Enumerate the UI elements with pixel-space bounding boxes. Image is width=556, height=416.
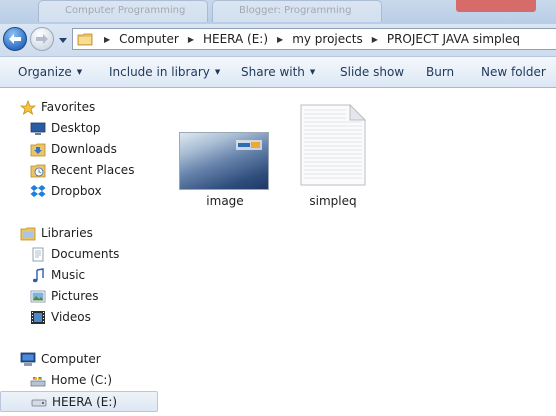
chevron-right-icon[interactable]: ▶ bbox=[365, 35, 385, 44]
arrow-left-icon bbox=[9, 34, 21, 44]
nav-item-pictures[interactable]: Pictures bbox=[0, 286, 158, 307]
chevron-right-icon[interactable]: ▶ bbox=[181, 35, 201, 44]
nav-item-videos[interactable]: Videos bbox=[0, 307, 158, 328]
background-tab: Blogger: Programming bbox=[212, 0, 382, 22]
title-bar: Computer Programming Blogger: Programmin… bbox=[0, 0, 556, 24]
chevron-right-icon[interactable]: ▶ bbox=[270, 35, 290, 44]
navigation-bar: ▶ Computer ▶ HEERA (E:) ▶ my projects ▶ … bbox=[0, 24, 556, 56]
burn-button[interactable]: Burn bbox=[426, 65, 454, 79]
nav-libraries[interactable]: Libraries bbox=[0, 223, 158, 244]
nav-item-desktop[interactable]: Desktop bbox=[0, 118, 158, 139]
star-icon bbox=[20, 100, 36, 115]
logo-icon bbox=[236, 140, 262, 150]
breadcrumb-my-projects[interactable]: my projects bbox=[290, 32, 365, 46]
back-button[interactable] bbox=[3, 27, 27, 51]
file-name: simpleq bbox=[309, 194, 357, 208]
nav-item-dropbox[interactable]: Dropbox bbox=[0, 181, 158, 202]
dropbox-icon bbox=[30, 185, 46, 197]
pictures-icon bbox=[30, 290, 46, 303]
background-tab: Computer Programming bbox=[38, 0, 208, 22]
file-item-image[interactable]: image bbox=[179, 132, 271, 210]
recent-pages-dropdown[interactable] bbox=[58, 36, 68, 46]
drive-c-icon bbox=[30, 377, 46, 387]
breadcrumb-heera-drive[interactable]: HEERA (E:) bbox=[201, 32, 270, 46]
file-list: image simpleq bbox=[160, 88, 556, 416]
libraries-icon bbox=[20, 227, 36, 241]
slide-show-button[interactable]: Slide show bbox=[340, 65, 404, 79]
nav-item-downloads[interactable]: Downloads bbox=[0, 139, 158, 160]
nav-item-home-drive[interactable]: Home (C:) bbox=[0, 370, 158, 391]
file-item-simpleq[interactable]: simpleq bbox=[300, 104, 366, 210]
text-document-icon bbox=[300, 104, 366, 186]
nav-favorites[interactable]: Favorites bbox=[0, 97, 158, 118]
breadcrumb-computer[interactable]: Computer bbox=[117, 32, 181, 46]
image-thumbnail bbox=[179, 132, 269, 190]
breadcrumb-project-java-simpleq[interactable]: PROJECT JAVA simpleq bbox=[385, 32, 522, 46]
desktop-icon bbox=[30, 122, 46, 135]
include-in-library-menu[interactable]: Include in library ▼ bbox=[109, 65, 220, 79]
command-bar: Organize ▼ Include in library ▼ Share with… bbox=[0, 56, 556, 88]
usb-drive-icon bbox=[31, 399, 47, 407]
navigation-pane: Favorites Desktop Downloads Recent Place… bbox=[0, 88, 160, 416]
caret-down-icon: ▼ bbox=[76, 68, 83, 76]
documents-icon bbox=[32, 247, 44, 262]
forward-button[interactable] bbox=[30, 27, 54, 51]
organize-menu[interactable]: Organize ▼ bbox=[18, 65, 82, 79]
nav-computer[interactable]: Computer bbox=[0, 349, 158, 370]
nav-item-documents[interactable]: Documents bbox=[0, 244, 158, 265]
nav-item-music[interactable]: Music bbox=[0, 265, 158, 286]
downloads-folder-icon bbox=[30, 143, 46, 157]
nav-item-heera-drive[interactable]: HEERA (E:) bbox=[0, 391, 158, 412]
folder-icon bbox=[77, 32, 93, 46]
computer-icon bbox=[20, 352, 36, 366]
videos-icon bbox=[31, 311, 45, 324]
chevron-right-icon[interactable]: ▶ bbox=[97, 35, 117, 44]
file-name: image bbox=[206, 194, 244, 208]
caret-down-icon: ▼ bbox=[309, 68, 316, 76]
caret-down-icon: ▼ bbox=[214, 68, 221, 76]
arrow-right-icon bbox=[36, 34, 48, 44]
recent-places-icon bbox=[30, 164, 46, 178]
share-with-menu[interactable]: Share with ▼ bbox=[241, 65, 315, 79]
address-bar[interactable]: ▶ Computer ▶ HEERA (E:) ▶ my projects ▶ … bbox=[72, 28, 556, 50]
nav-item-recent-places[interactable]: Recent Places bbox=[0, 160, 158, 181]
music-icon bbox=[32, 268, 44, 283]
background-close-button bbox=[456, 0, 536, 12]
new-folder-button[interactable]: New folder bbox=[481, 65, 546, 79]
